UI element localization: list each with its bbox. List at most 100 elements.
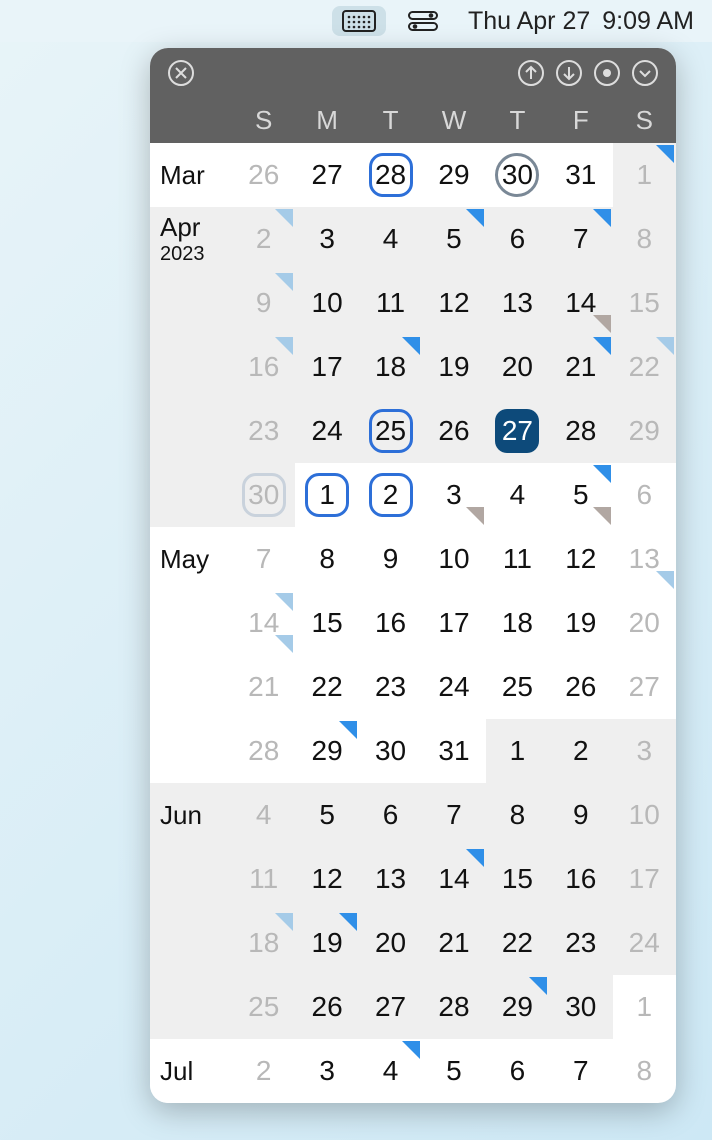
menubar-time[interactable]: 9:09 AM <box>602 7 694 36</box>
day-cell[interactable]: 1 <box>295 463 358 527</box>
day-cell[interactable]: 2 <box>549 719 612 783</box>
day-cell[interactable]: 2 <box>232 207 295 271</box>
day-cell[interactable]: 13 <box>486 271 549 335</box>
day-cell[interactable]: 26 <box>422 399 485 463</box>
day-cell[interactable]: 9 <box>549 783 612 847</box>
day-cell[interactable]: 9 <box>232 271 295 335</box>
day-cell[interactable]: 27 <box>359 975 422 1039</box>
day-cell[interactable]: 18 <box>232 911 295 975</box>
day-cell[interactable]: 10 <box>613 783 676 847</box>
day-cell[interactable]: 14 <box>232 591 295 655</box>
day-cell[interactable]: 28 <box>232 719 295 783</box>
day-cell[interactable]: 3 <box>422 463 485 527</box>
day-cell[interactable]: 1 <box>486 719 549 783</box>
day-cell[interactable]: 5 <box>549 463 612 527</box>
day-cell[interactable]: 29 <box>613 399 676 463</box>
day-cell[interactable]: 7 <box>232 527 295 591</box>
day-cell[interactable]: 31 <box>549 143 612 207</box>
day-cell[interactable]: 21 <box>549 335 612 399</box>
day-cell[interactable]: 10 <box>295 271 358 335</box>
day-cell[interactable]: 1 <box>613 975 676 1039</box>
day-cell[interactable]: 31 <box>422 719 485 783</box>
day-cell[interactable]: 18 <box>486 591 549 655</box>
day-cell[interactable]: 9 <box>359 527 422 591</box>
day-cell[interactable]: 23 <box>232 399 295 463</box>
day-cell[interactable]: 26 <box>295 975 358 1039</box>
day-cell[interactable]: 4 <box>486 463 549 527</box>
day-cell[interactable]: 12 <box>295 847 358 911</box>
day-cell[interactable]: 4 <box>232 783 295 847</box>
day-cell[interactable]: 14 <box>422 847 485 911</box>
day-cell[interactable]: 13 <box>613 527 676 591</box>
day-cell[interactable]: 20 <box>486 335 549 399</box>
day-cell[interactable]: 7 <box>549 207 612 271</box>
day-cell[interactable]: 22 <box>295 655 358 719</box>
day-cell[interactable]: 1 <box>613 143 676 207</box>
control-center-icon[interactable] <box>396 6 450 36</box>
day-cell[interactable]: 28 <box>359 143 422 207</box>
day-cell[interactable]: 25 <box>359 399 422 463</box>
day-cell[interactable]: 29 <box>295 719 358 783</box>
day-cell[interactable]: 16 <box>359 591 422 655</box>
day-cell[interactable]: 8 <box>613 1039 676 1103</box>
day-cell[interactable]: 15 <box>613 271 676 335</box>
day-cell[interactable]: 15 <box>486 847 549 911</box>
day-cell[interactable]: 19 <box>422 335 485 399</box>
day-cell[interactable]: 6 <box>613 463 676 527</box>
day-cell[interactable]: 14 <box>549 271 612 335</box>
day-cell[interactable]: 26 <box>232 143 295 207</box>
today-icon[interactable] <box>588 54 626 92</box>
day-cell[interactable]: 30 <box>486 143 549 207</box>
menubar-date[interactable]: Thu Apr 27 <box>468 7 590 36</box>
day-cell[interactable]: 24 <box>422 655 485 719</box>
day-cell[interactable]: 21 <box>232 655 295 719</box>
day-cell[interactable]: 3 <box>295 207 358 271</box>
day-cell[interactable]: 11 <box>232 847 295 911</box>
calendar-menubar-icon[interactable] <box>332 6 386 36</box>
day-cell[interactable]: 4 <box>359 207 422 271</box>
day-cell[interactable]: 22 <box>613 335 676 399</box>
day-cell[interactable]: 27 <box>613 655 676 719</box>
day-cell[interactable]: 15 <box>295 591 358 655</box>
day-cell[interactable]: 22 <box>486 911 549 975</box>
day-cell[interactable]: 30 <box>359 719 422 783</box>
day-cell[interactable]: 3 <box>613 719 676 783</box>
day-cell[interactable]: 2 <box>359 463 422 527</box>
day-cell[interactable]: 12 <box>549 527 612 591</box>
day-cell[interactable]: 11 <box>359 271 422 335</box>
day-cell[interactable]: 27 <box>295 143 358 207</box>
scroll-up-icon[interactable] <box>512 54 550 92</box>
day-cell[interactable]: 30 <box>232 463 295 527</box>
chevron-down-icon[interactable] <box>626 54 664 92</box>
day-cell[interactable]: 5 <box>422 207 485 271</box>
day-cell[interactable]: 8 <box>486 783 549 847</box>
day-cell[interactable]: 5 <box>422 1039 485 1103</box>
day-cell[interactable]: 25 <box>486 655 549 719</box>
day-cell[interactable]: 13 <box>359 847 422 911</box>
day-cell[interactable]: 19 <box>295 911 358 975</box>
day-cell[interactable]: 17 <box>613 847 676 911</box>
day-cell[interactable]: 10 <box>422 527 485 591</box>
day-cell[interactable]: 16 <box>232 335 295 399</box>
day-cell[interactable]: 3 <box>295 1039 358 1103</box>
close-icon[interactable] <box>162 54 200 92</box>
day-cell[interactable]: 6 <box>359 783 422 847</box>
day-cell[interactable]: 18 <box>359 335 422 399</box>
day-cell[interactable]: 23 <box>549 911 612 975</box>
day-cell[interactable]: 8 <box>295 527 358 591</box>
day-cell[interactable]: 20 <box>359 911 422 975</box>
day-cell[interactable]: 30 <box>549 975 612 1039</box>
day-cell[interactable]: 4 <box>359 1039 422 1103</box>
day-cell[interactable]: 29 <box>422 143 485 207</box>
day-cell[interactable]: 17 <box>295 335 358 399</box>
day-cell[interactable]: 28 <box>422 975 485 1039</box>
day-cell[interactable]: 11 <box>486 527 549 591</box>
day-cell[interactable]: 12 <box>422 271 485 335</box>
day-cell[interactable]: 21 <box>422 911 485 975</box>
day-cell[interactable]: 16 <box>549 847 612 911</box>
day-cell[interactable]: 28 <box>549 399 612 463</box>
day-cell[interactable]: 5 <box>295 783 358 847</box>
day-cell[interactable]: 20 <box>613 591 676 655</box>
day-cell[interactable]: 17 <box>422 591 485 655</box>
day-cell[interactable]: 6 <box>486 207 549 271</box>
